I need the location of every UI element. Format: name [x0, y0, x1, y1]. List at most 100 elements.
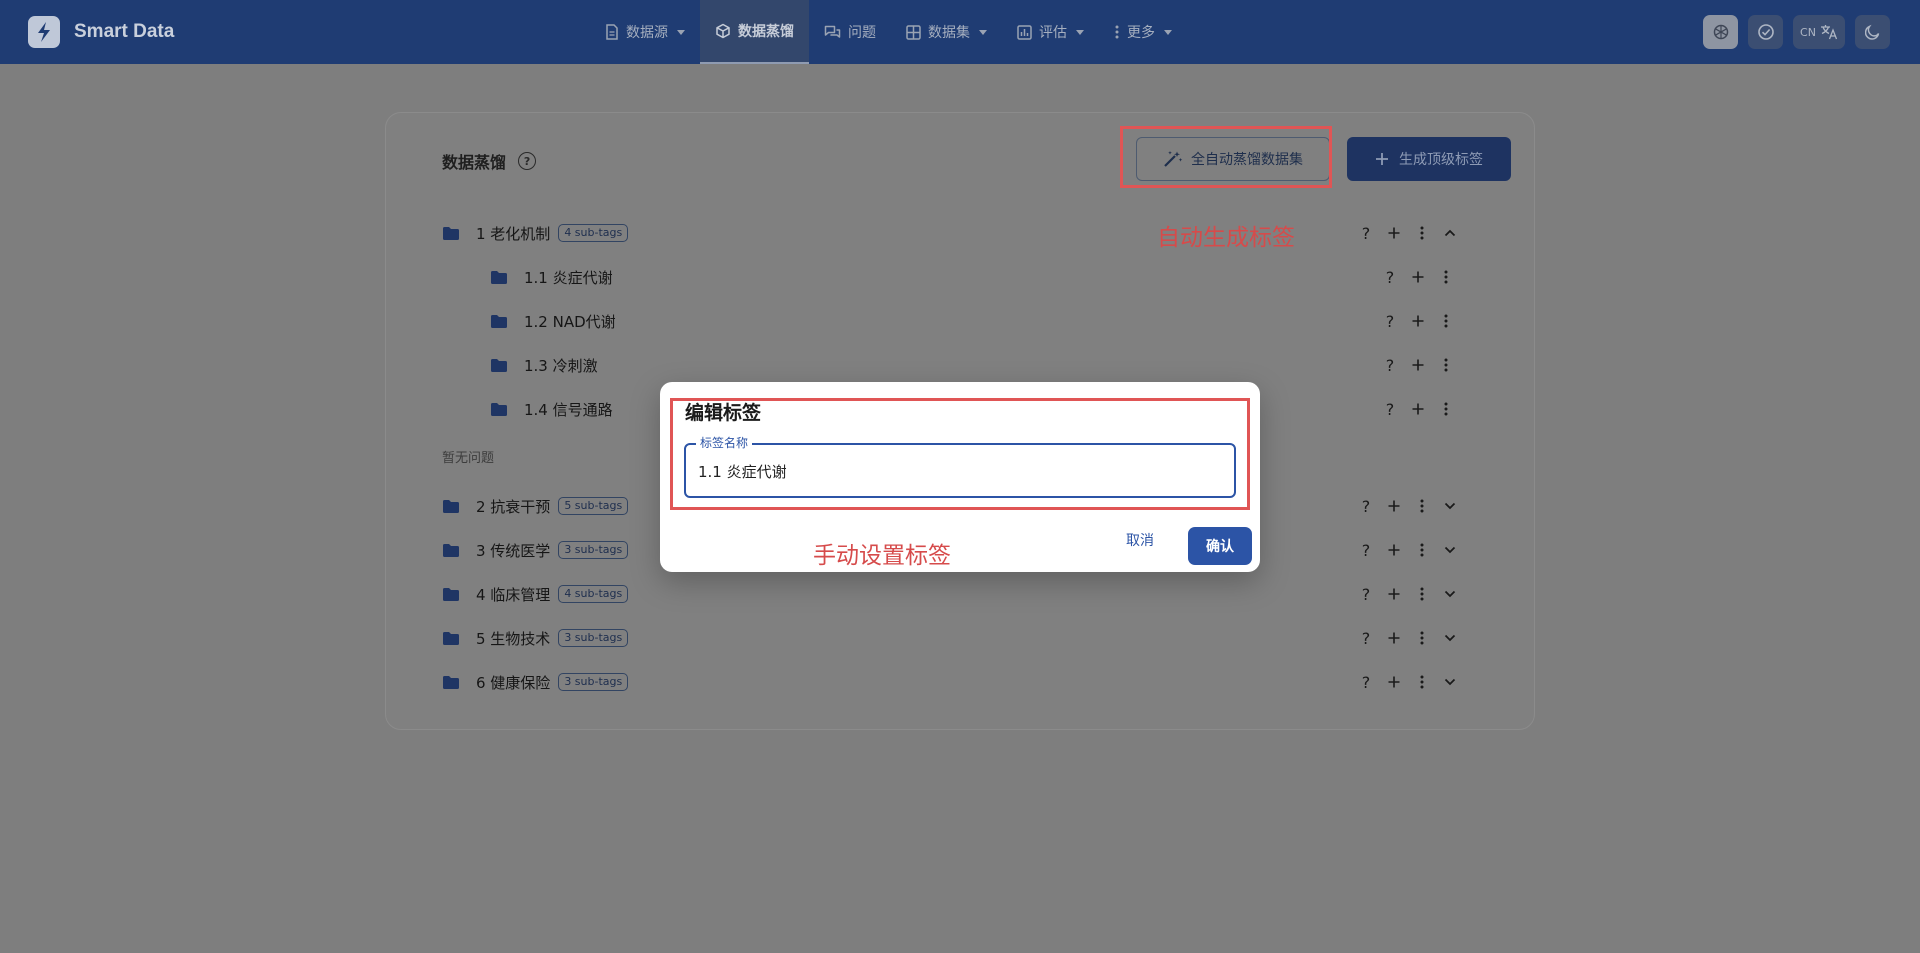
- language-code: CN: [1800, 25, 1816, 39]
- more-menu-button[interactable]: [1408, 580, 1436, 608]
- question-button[interactable]: ?: [1376, 307, 1404, 335]
- add-subtag-button[interactable]: [1380, 580, 1408, 608]
- add-subtag-button[interactable]: [1380, 668, 1408, 696]
- add-subtag-button[interactable]: [1404, 351, 1432, 379]
- expand-button[interactable]: [1436, 624, 1464, 652]
- question-button[interactable]: ?: [1352, 219, 1380, 247]
- chevron-down-icon: [979, 29, 987, 35]
- nav-item-more[interactable]: 更多: [1099, 0, 1187, 64]
- more-menu-button[interactable]: [1432, 307, 1460, 335]
- nav-label: 数据集: [928, 25, 970, 41]
- folder-icon: [491, 402, 507, 416]
- top-navbar: Smart Data 数据源 数据蒸馏 问题 数据集 评估 更多 CN: [0, 0, 1920, 64]
- more-menu-button[interactable]: [1432, 395, 1460, 423]
- subtag-row[interactable]: 1.3 冷刺激: [490, 351, 598, 379]
- tasks-button[interactable]: [1748, 15, 1783, 49]
- model-settings-button[interactable]: [1703, 15, 1738, 49]
- tag-row-3[interactable]: 3 传统医学 3 sub-tags: [442, 536, 629, 564]
- main-nav: 数据源 数据蒸馏 问题 数据集 评估 更多: [590, 0, 1187, 64]
- plus-icon: [1388, 632, 1400, 644]
- tag-row-1[interactable]: 1 老化机制 4 sub-tags: [442, 219, 629, 247]
- dots-vertical-icon: [1444, 270, 1448, 284]
- more-menu-button[interactable]: [1408, 536, 1436, 564]
- no-questions-text: 暂无问题: [442, 451, 495, 466]
- sub-tags-badge: 3 sub-tags: [558, 541, 629, 559]
- collapse-button[interactable]: [1436, 219, 1464, 247]
- add-subtag-button[interactable]: [1404, 263, 1432, 291]
- chevron-down-icon: [1444, 634, 1456, 642]
- chart-icon: [1017, 24, 1032, 40]
- folder-icon: [443, 226, 459, 240]
- nav-item-evaluation[interactable]: 评估: [1002, 0, 1099, 64]
- theme-toggle-button[interactable]: [1855, 15, 1890, 49]
- question-button[interactable]: ?: [1352, 668, 1380, 696]
- more-menu-button[interactable]: [1408, 492, 1436, 520]
- add-subtag-button[interactable]: [1380, 492, 1408, 520]
- dots-vertical-icon: [1420, 543, 1424, 557]
- expand-button[interactable]: [1436, 668, 1464, 696]
- chevron-up-icon: [1444, 229, 1456, 237]
- subtag-row[interactable]: 1.2 NAD代谢: [490, 307, 616, 335]
- question-button[interactable]: ?: [1352, 580, 1380, 608]
- folder-icon: [443, 499, 459, 513]
- tag-row-4[interactable]: 4 临床管理 4 sub-tags: [442, 580, 629, 608]
- expand-button[interactable]: [1436, 580, 1464, 608]
- moon-icon: [1864, 24, 1879, 40]
- tag-row-6[interactable]: 6 健康保险 3 sub-tags: [442, 668, 629, 696]
- nav-item-questions[interactable]: 问题: [809, 0, 891, 64]
- nav-label: 问题: [848, 25, 876, 41]
- question-button[interactable]: ?: [1376, 395, 1404, 423]
- nav-item-dataset[interactable]: 数据集: [891, 0, 1002, 64]
- cancel-button[interactable]: 取消: [1126, 530, 1154, 550]
- expand-button[interactable]: [1436, 536, 1464, 564]
- dots-vertical-icon: [1444, 402, 1448, 416]
- expand-button[interactable]: [1436, 492, 1464, 520]
- nav-item-distill[interactable]: 数据蒸馏: [700, 0, 809, 64]
- confirm-button[interactable]: 确认: [1188, 527, 1252, 565]
- subtag-row[interactable]: 1.1 炎症代谢: [490, 263, 613, 291]
- chevron-down-icon: [1444, 502, 1456, 510]
- add-subtag-button[interactable]: [1380, 219, 1408, 247]
- plus-icon: [1388, 544, 1400, 556]
- tag-name-input[interactable]: [698, 459, 1218, 483]
- more-menu-button[interactable]: [1408, 624, 1436, 652]
- nav-label: 数据蒸馏: [738, 24, 794, 40]
- help-icon[interactable]: ?: [518, 152, 537, 170]
- tag-row-2[interactable]: 2 抗衰干预 5 sub-tags: [442, 492, 629, 520]
- chevron-down-icon: [1076, 29, 1084, 35]
- nav-item-datasource[interactable]: 数据源: [590, 0, 700, 64]
- subtag-row[interactable]: 1.4 信号通路: [490, 395, 613, 423]
- subtag-label: 1.3 冷刺激: [524, 356, 598, 375]
- generate-top-tags-button[interactable]: 生成顶级标签: [1347, 137, 1511, 181]
- folder-icon: [443, 587, 459, 601]
- add-subtag-button[interactable]: [1380, 624, 1408, 652]
- tag-label: 6 健康保险: [476, 673, 551, 692]
- more-menu-button[interactable]: [1408, 668, 1436, 696]
- question-button[interactable]: ?: [1352, 536, 1380, 564]
- add-subtag-button[interactable]: [1380, 536, 1408, 564]
- subtag-actions: ?: [1376, 307, 1460, 335]
- dots-vertical-icon: [1420, 631, 1424, 645]
- chevron-down-icon: [1444, 546, 1456, 554]
- tag-label: 5 生物技术: [476, 629, 551, 648]
- question-button[interactable]: ?: [1352, 492, 1380, 520]
- add-subtag-button[interactable]: [1404, 307, 1432, 335]
- question-button[interactable]: ?: [1376, 263, 1404, 291]
- tag-row-6-actions: ?: [1352, 668, 1464, 696]
- header-tools: CN: [1703, 15, 1890, 49]
- annotation-box-auto: [1120, 126, 1332, 188]
- chevron-down-icon: [677, 29, 685, 35]
- brand[interactable]: Smart Data: [28, 16, 174, 48]
- question-button[interactable]: ?: [1376, 351, 1404, 379]
- more-menu-button[interactable]: [1408, 219, 1436, 247]
- add-subtag-button[interactable]: [1404, 395, 1432, 423]
- folder-icon: [443, 675, 459, 689]
- plus-icon: [1388, 588, 1400, 600]
- tag-row-5[interactable]: 5 生物技术 3 sub-tags: [442, 624, 629, 652]
- chevron-down-icon: [1444, 678, 1456, 686]
- question-button[interactable]: ?: [1352, 624, 1380, 652]
- more-menu-button[interactable]: [1432, 263, 1460, 291]
- more-menu-button[interactable]: [1432, 351, 1460, 379]
- subtag-label: 1.2 NAD代谢: [524, 312, 616, 331]
- language-button[interactable]: CN: [1793, 15, 1845, 49]
